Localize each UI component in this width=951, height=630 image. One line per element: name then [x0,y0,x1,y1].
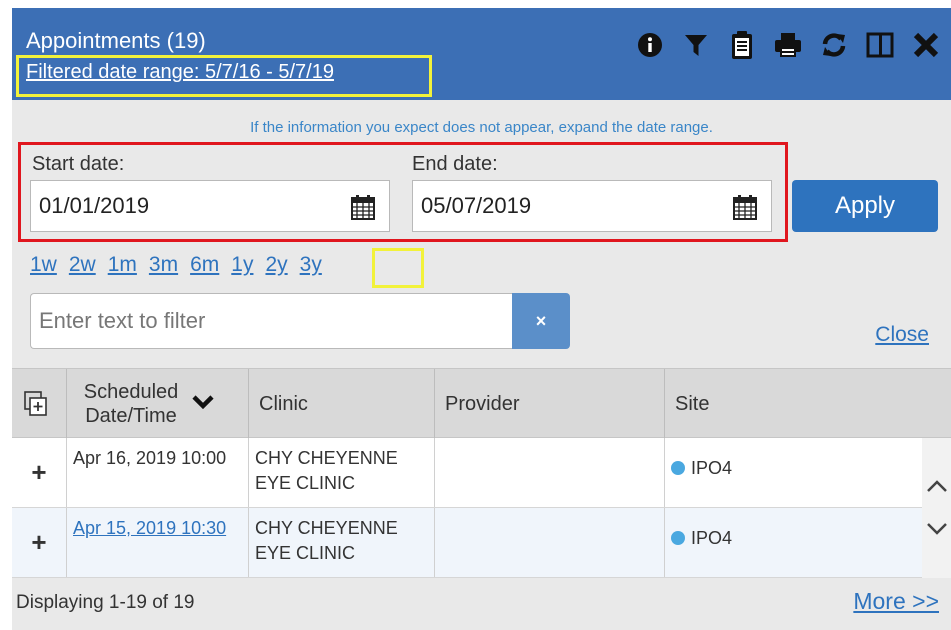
range-2y-link[interactable]: 2y [265,253,287,277]
range-1w-link[interactable]: 1w [30,253,57,277]
filter-input[interactable] [31,294,512,348]
site-value: IPO4 [691,528,733,548]
end-date-field[interactable] [412,180,772,232]
provider-cell [434,438,664,507]
column-scheduled-datetime[interactable]: Scheduled Date/Time [66,369,248,439]
expand-row-icon[interactable]: + [12,508,66,577]
clinic-cell: CHY CHEYENNE EYE CLINIC [248,508,434,577]
appointments-panel: Appointments (19) Filtered date range: 5… [12,8,951,630]
end-date-input[interactable] [421,181,708,231]
start-date-label: Start date: [32,153,125,175]
site-cell: IPO4 [664,508,922,577]
range-6m-link[interactable]: 6m [190,253,219,277]
site-status-dot [671,531,685,545]
close-icon[interactable] [911,30,941,60]
end-date-label: End date: [412,153,498,175]
column-clinic[interactable]: Clinic [248,369,434,439]
appointment-link[interactable]: Apr 15, 2019 10:30 [73,518,226,538]
info-icon[interactable] [635,30,665,60]
header-toolbar [635,30,941,60]
start-date-field[interactable] [30,180,390,232]
chevron-down-icon[interactable] [922,514,951,544]
datetime-cell[interactable]: Apr 15, 2019 10:30 [66,508,248,577]
range-1y-link[interactable]: 1y [231,253,253,277]
expand-all-icon[interactable] [24,391,48,422]
chevron-up-icon[interactable] [922,471,951,501]
filter-icon[interactable] [681,30,711,60]
more-link[interactable]: More >> [853,588,939,615]
range-3y-link[interactable]: 3y [300,253,322,277]
print-icon[interactable] [773,30,803,60]
panel-footer: Displaying 1-19 of 19 More >> [12,578,951,630]
range-3m-link[interactable]: 3m [149,253,178,277]
site-value: IPO4 [691,458,733,478]
column-provider[interactable]: Provider [434,369,664,439]
start-date-input[interactable] [39,181,326,231]
table-header: Scheduled Date/Time Clinic Provider Site [12,368,951,439]
table-scrollbar[interactable] [922,438,951,578]
site-cell: IPO4 [664,438,922,507]
range-1m-link[interactable]: 1m [108,253,137,277]
chevron-down-icon[interactable] [191,392,215,416]
expand-row-icon[interactable]: + [12,438,66,507]
site-status-dot [671,461,685,475]
panel-header: Appointments (19) Filtered date range: 5… [12,8,951,100]
column-site[interactable]: Site [664,369,951,439]
panel-title: Appointments (19) [26,28,206,53]
provider-cell [434,508,664,577]
clinic-cell: CHY CHEYENNE EYE CLINIC [248,438,434,507]
range-3y-highlight [372,248,424,288]
clipboard-icon[interactable] [727,30,757,60]
quick-range-links: 1w 2w 1m 3m 6m 1y 2y 3y [30,253,334,277]
table-row[interactable]: + Apr 16, 2019 10:00 CHY CHEYENNE EYE CL… [12,438,922,508]
apply-button[interactable]: Apply [792,180,938,232]
close-filter-link[interactable]: Close [875,323,929,347]
filter-field[interactable] [30,293,512,349]
calendar-icon[interactable] [733,194,757,225]
filtered-date-range-link[interactable]: Filtered date range: 5/7/16 - 5/7/19 [26,61,334,84]
clear-filter-button[interactable]: × [512,293,570,349]
datetime-cell: Apr 16, 2019 10:00 [66,438,248,507]
table-row[interactable]: + Apr 15, 2019 10:30 CHY CHEYENNE EYE CL… [12,508,922,578]
columns-icon[interactable] [865,30,895,60]
calendar-icon[interactable] [351,194,375,225]
expand-range-message: If the information you expect does not a… [250,119,713,136]
refresh-icon[interactable] [819,30,849,60]
range-2w-link[interactable]: 2w [69,253,96,277]
column-label: Scheduled Date/Time [83,381,179,427]
record-count: Displaying 1-19 of 19 [16,592,195,613]
